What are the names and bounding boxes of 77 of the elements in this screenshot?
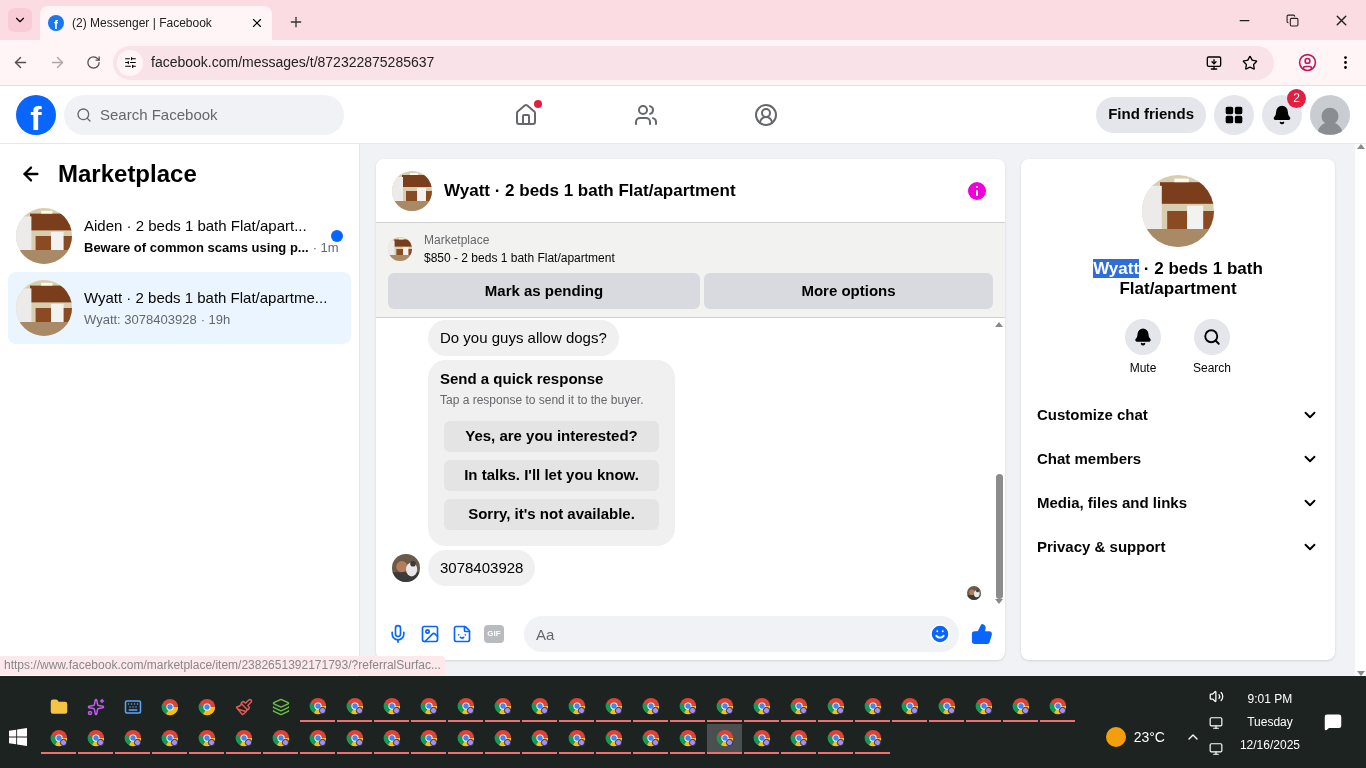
tab-list-button[interactable]: [8, 8, 32, 32]
tab-title: (2) Messenger | Facebook: [72, 15, 213, 32]
status-url: https://www.facebook.com/marketplace/item/2382651392171793/?referralSurfac...: [0, 656, 445, 675]
message-field[interactable]: Aa: [524, 616, 959, 652]
sidebar-title: Marketplace: [58, 159, 197, 189]
notifications-button[interactable]: [1262, 94, 1302, 135]
conversation-time: · 1m: [312, 238, 339, 257]
listing-text: $850 - 2 beds 1 bath Flat/apartment: [424, 250, 615, 267]
clock-date[interactable]: 12/16/2025: [1239, 733, 1300, 757]
conversation-preview: Wyatt: 3078403928: [84, 310, 197, 329]
listing-button[interactable]: Mark as pending: [388, 273, 700, 309]
windows-start-icon[interactable]: [9, 728, 27, 746]
account-avatar[interactable]: [1310, 94, 1350, 135]
quick-response-option[interactable]: Sorry, it's not available.: [444, 498, 659, 530]
details-section[interactable]: Chat members: [1037, 437, 1319, 481]
conversation-item[interactable]: Wyatt · 2 beds 1 bath Flat/apartme... Wyatt: 3078403928 · 19h: [8, 272, 351, 344]
sliders-icon: [123, 56, 137, 69]
microphone-icon[interactable]: [388, 624, 408, 644]
notification-badge: 2: [1287, 88, 1306, 108]
profile-icon[interactable]: [1298, 53, 1317, 72]
url-text: facebook.com/messages/t/872322875285637: [151, 53, 435, 72]
search-icon: [76, 106, 92, 123]
conversation-title: Wyatt · 2 beds 1 bath Flat/apartme...: [84, 288, 329, 308]
facebook-logo[interactable]: f: [16, 94, 56, 135]
network-icon[interactable]: [1209, 741, 1224, 756]
menu-grid-button[interactable]: [1214, 94, 1254, 135]
quick-response-option[interactable]: Yes, are you interested?: [444, 420, 659, 452]
install-icon[interactable]: [1206, 54, 1222, 71]
search-field[interactable]: Search Facebook: [64, 94, 344, 135]
listing-label: Marketplace: [424, 232, 491, 249]
action-label: Search: [1193, 360, 1231, 377]
bell-icon: [1272, 104, 1292, 125]
bell-icon: [1134, 328, 1152, 346]
details-title: Wyatt · 2 beds 1 bath Flat/apartment: [1092, 259, 1264, 299]
taskbar-app-icon[interactable]: [707, 724, 742, 754]
new-tab-icon[interactable]: [288, 14, 304, 30]
clock-day[interactable]: Tuesday: [1247, 710, 1293, 734]
conversation-preview: Beware of common scams using p...: [84, 238, 309, 257]
display-icon[interactable]: [1209, 715, 1224, 730]
grid-icon: [1224, 104, 1244, 125]
chat-title: Wyatt · 2 beds 1 bath Flat/apartment: [444, 179, 737, 202]
weather-icon[interactable]: [1105, 727, 1126, 747]
reload-icon[interactable]: [86, 55, 101, 70]
site-settings-button[interactable]: [117, 49, 143, 76]
scroll-up-icon[interactable]: [995, 322, 1003, 327]
details-section[interactable]: Media, files and links: [1037, 481, 1319, 525]
bookmark-icon[interactable]: [1242, 54, 1258, 71]
search-icon: [1203, 328, 1221, 346]
search-button[interactable]: [1194, 319, 1230, 355]
close-icon[interactable]: [250, 16, 264, 30]
favicon: f: [48, 15, 64, 31]
action-label: Mute: [1129, 360, 1157, 377]
back-icon[interactable]: [12, 54, 29, 71]
temperature[interactable]: 23°C: [1133, 726, 1165, 748]
clock-time[interactable]: 9:01 PM: [1247, 687, 1293, 711]
quick-response-option[interactable]: In talks. I'll let you know.: [444, 459, 659, 491]
conversation-item[interactable]: Aiden · 2 beds 1 bath Flat/apart... Beware of common scams using p... · 1m: [8, 200, 351, 272]
browser-tab[interactable]: f (2) Messenger | Facebook: [40, 6, 272, 40]
volume-icon[interactable]: [1208, 688, 1224, 704]
conversation-title: Aiden · 2 beds 1 bath Flat/apart...: [84, 216, 308, 236]
quick-response-subtitle: Tap a response to send it to the buyer.: [440, 391, 645, 409]
mute-button[interactable]: [1125, 319, 1161, 355]
address-bar[interactable]: facebook.com/messages/t/872322875285637: [113, 45, 1274, 80]
conversation-time: · 19h: [200, 310, 231, 329]
restore-icon[interactable]: [1286, 13, 1299, 27]
message-bubble: 3078403928: [428, 549, 536, 586]
listing-button[interactable]: More options: [704, 273, 993, 309]
emoji-icon[interactable]: [929, 623, 951, 645]
notifications-icon[interactable]: [1324, 713, 1342, 731]
message-bubble: Do you guys allow dogs?: [428, 319, 619, 356]
sticker-icon[interactable]: [452, 624, 472, 644]
quick-response-title: Send a quick response: [440, 369, 605, 389]
details-section[interactable]: Customize chat: [1037, 393, 1319, 437]
details-section[interactable]: Privacy & support: [1037, 525, 1319, 569]
photo-icon[interactable]: [420, 624, 440, 644]
like-icon[interactable]: [971, 623, 993, 645]
find-friends-button[interactable]: Find friends: [1096, 96, 1206, 133]
